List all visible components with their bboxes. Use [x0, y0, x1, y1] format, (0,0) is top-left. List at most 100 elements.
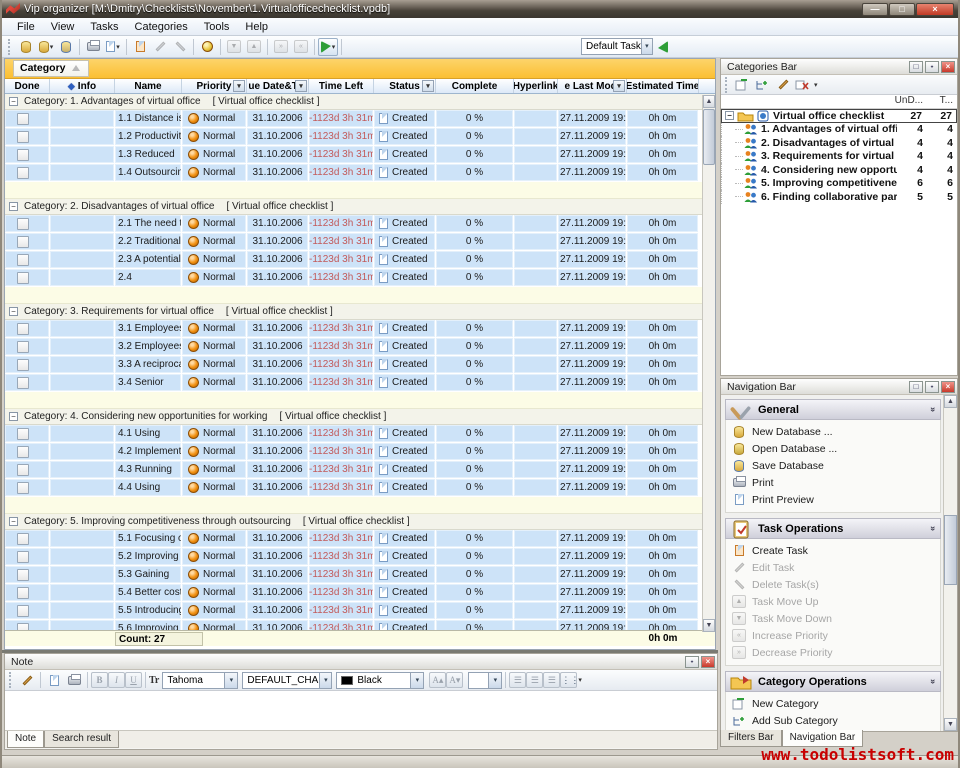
collapse-icon[interactable]: −: [9, 202, 18, 211]
column-header-time-left[interactable]: Time Left: [309, 79, 374, 93]
task-row[interactable]: 5.3 GainingNormal31.10.2006-1123d 3h 31m…: [5, 566, 715, 584]
task-row[interactable]: 4.1 UsingNormal31.10.2006-1123d 3h 31mCr…: [5, 425, 715, 443]
done-checkbox[interactable]: [17, 623, 29, 631]
edit-task-button[interactable]: [150, 38, 170, 56]
note-preview-button[interactable]: [44, 671, 64, 689]
collapse-section-icon[interactable]: «: [927, 679, 937, 683]
task-row[interactable]: 3.3 A reciprocalNormal31.10.2006-1123d 3…: [5, 356, 715, 374]
column-header-hyperlink[interactable]: Hyperlink: [514, 79, 558, 93]
done-checkbox[interactable]: [17, 254, 29, 266]
task-row[interactable]: 1.4 OutsourcingNormal31.10.2006-1123d 3h…: [5, 164, 715, 182]
task-row[interactable]: 1.3 ReducedNormal31.10.2006-1123d 3h 31m…: [5, 146, 715, 164]
filter-dropdown-icon[interactable]: ▾: [295, 80, 307, 92]
column-header-complete[interactable]: Complete: [436, 79, 514, 93]
new-category-button[interactable]: [733, 76, 753, 94]
bold-button[interactable]: B: [91, 672, 108, 688]
restore-panel-icon[interactable]: □: [909, 381, 923, 393]
nav-section-category-operations[interactable]: Category Operations«: [725, 671, 941, 692]
column-header-estimated-time[interactable]: Estimated Time: [627, 79, 699, 93]
grid-vertical-scrollbar[interactable]: ▲ ▼: [702, 95, 715, 632]
pin-icon[interactable]: ⋆: [925, 381, 939, 393]
apply-view-button[interactable]: [653, 38, 673, 56]
highlight-task-button[interactable]: [197, 38, 217, 56]
restore-panel-icon[interactable]: □: [909, 61, 923, 73]
scroll-up-icon[interactable]: ▲: [703, 95, 715, 108]
filter-dropdown-icon[interactable]: ▾: [422, 80, 434, 92]
done-checkbox[interactable]: [17, 587, 29, 599]
tree-category-item[interactable]: 5. Improving competitiveness thr66: [721, 177, 957, 191]
task-row[interactable]: 2.3 A potentiallyNormal31.10.2006-1123d …: [5, 251, 715, 269]
tree-category-item[interactable]: 1. Advantages of virtual office44: [721, 123, 957, 137]
combo-arrow-icon[interactable]: ▾: [224, 673, 237, 688]
menu-categories[interactable]: Categories: [128, 20, 195, 34]
task-move-up-button[interactable]: ▲: [244, 38, 264, 56]
note-print-button[interactable]: [64, 671, 84, 689]
font-size-combo[interactable]: ▾: [468, 672, 502, 689]
group-header-row[interactable]: −Category: 1. Advantages of virtual offi…: [5, 94, 715, 110]
group-header-row[interactable]: −Category: 5. Improving competitiveness …: [5, 514, 715, 530]
group-by-category-button[interactable]: Category: [13, 60, 89, 77]
done-checkbox[interactable]: [17, 236, 29, 248]
open-database-button[interactable]: ▾: [36, 38, 56, 56]
collapse-icon[interactable]: −: [9, 517, 18, 526]
task-row[interactable]: 1.1 Distance isNormal31.10.2006-1123d 3h…: [5, 110, 715, 128]
nav-vertical-scrollbar[interactable]: ▲ ▼: [943, 395, 957, 731]
nav-item-new-category[interactable]: New Category: [732, 695, 940, 712]
close-panel-icon[interactable]: ×: [941, 61, 955, 73]
task-row[interactable]: 5.6 ImprovingNormal31.10.2006-1123d 3h 3…: [5, 620, 715, 630]
underline-button[interactable]: U: [125, 672, 142, 688]
font-family-combo[interactable]: Tahoma ▾: [162, 672, 238, 689]
done-checkbox[interactable]: [17, 446, 29, 458]
combo-arrow-icon[interactable]: ▾: [641, 39, 652, 54]
done-checkbox[interactable]: [17, 428, 29, 440]
menu-view[interactable]: View: [44, 20, 82, 34]
menu-tools[interactable]: Tools: [197, 20, 237, 34]
task-row[interactable]: 3.1 EmployeesNormal31.10.2006-1123d 3h 3…: [5, 320, 715, 338]
tree-root-item[interactable]: −Virtual office checklist2727: [721, 109, 957, 123]
task-row[interactable]: 2.2 TraditionalNormal31.10.2006-1123d 3h…: [5, 233, 715, 251]
toolbar-grip[interactable]: [9, 672, 13, 688]
bullet-list-button[interactable]: ⋮⋮: [560, 672, 577, 688]
nav-item-delete-task-s-[interactable]: Delete Task(s): [732, 576, 940, 593]
task-row[interactable]: 2.4Normal31.10.2006-1123d 3h 31mCreated0…: [5, 269, 715, 287]
filter-dropdown-icon[interactable]: ▾: [613, 80, 625, 92]
close-panel-icon[interactable]: ×: [701, 656, 715, 668]
nav-section-general[interactable]: General«: [725, 399, 941, 420]
done-checkbox[interactable]: [17, 149, 29, 161]
task-row[interactable]: 4.3 RunningNormal31.10.2006-1123d 3h 31m…: [5, 461, 715, 479]
view-mode-button[interactable]: ▾: [318, 38, 338, 56]
nav-item-increase-priority[interactable]: «Increase Priority: [732, 627, 940, 644]
combo-arrow-icon[interactable]: ▾: [488, 673, 501, 688]
done-checkbox[interactable]: [17, 359, 29, 371]
done-checkbox[interactable]: [17, 113, 29, 125]
nav-item-task-move-up[interactable]: ▲Task Move Up: [732, 593, 940, 610]
task-view-combo[interactable]: Default Task V ▾: [581, 38, 653, 55]
pin-icon[interactable]: ⋆: [685, 656, 699, 668]
scroll-down-icon[interactable]: ▼: [944, 718, 957, 731]
font-color-combo[interactable]: Black ▾: [336, 672, 424, 689]
column-header-done[interactable]: Done: [5, 79, 50, 93]
align-right-button[interactable]: ☰: [543, 672, 560, 688]
nav-item-decrease-priority[interactable]: »Decrease Priority: [732, 644, 940, 661]
scroll-up-icon[interactable]: ▲: [944, 395, 957, 408]
undone-column-header[interactable]: UnD...: [889, 95, 927, 108]
done-checkbox[interactable]: [17, 605, 29, 617]
column-header-name[interactable]: Name: [115, 79, 182, 93]
shrink-font-button[interactable]: A▾: [446, 672, 463, 688]
collapse-icon[interactable]: −: [725, 111, 734, 120]
delete-category-button[interactable]: [793, 76, 813, 94]
toolbar-grip[interactable]: [8, 39, 12, 55]
scroll-down-icon[interactable]: ▼: [703, 619, 715, 632]
combo-arrow-icon[interactable]: ▾: [319, 673, 331, 688]
combo-arrow-icon[interactable]: ▾: [410, 673, 423, 688]
menu-help[interactable]: Help: [238, 20, 275, 34]
task-row[interactable]: 3.4 SeniorNormal31.10.2006-1123d 3h 31mC…: [5, 374, 715, 392]
tree-category-item[interactable]: 3. Requirements for virtual office44: [721, 150, 957, 164]
collapse-icon[interactable]: −: [9, 307, 18, 316]
done-checkbox[interactable]: [17, 533, 29, 545]
column-header-info[interactable]: ◆Info: [50, 79, 115, 93]
nav-item-create-task[interactable]: Create Task: [732, 542, 940, 559]
add-sub-category-button[interactable]: [753, 76, 773, 94]
new-database-button[interactable]: [16, 38, 36, 56]
collapse-section-icon[interactable]: «: [927, 526, 937, 530]
